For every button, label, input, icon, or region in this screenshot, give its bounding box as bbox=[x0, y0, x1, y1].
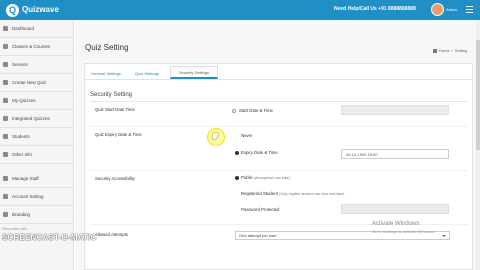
public-option-hint: (Anonymous can take) bbox=[253, 176, 290, 180]
tab-quiz-settings[interactable]: Quiz Settings bbox=[135, 71, 159, 76]
page-title: Quiz Setting bbox=[85, 43, 129, 52]
classes-icon bbox=[3, 44, 8, 49]
sidebar-item-my-quizzes[interactable]: My Quizzes bbox=[0, 92, 74, 110]
sidebar-item-label: Account Setting bbox=[12, 194, 44, 199]
students-icon bbox=[3, 134, 8, 139]
sidebar-item-label: My Quizzes bbox=[12, 98, 36, 103]
breadcrumb: Home / Setting bbox=[433, 48, 467, 53]
helpline-text: Need Help/Call Us +91 8888888888 bbox=[334, 6, 416, 12]
start-date-label: Quiz Start Date Time bbox=[95, 107, 135, 112]
watermark-caption: Recorded with bbox=[2, 226, 28, 231]
public-radio[interactable] bbox=[235, 176, 239, 180]
sidebar-item-label: Dashboard bbox=[12, 26, 35, 31]
expiry-never-option[interactable]: Never bbox=[241, 133, 252, 138]
home-icon[interactable] bbox=[433, 48, 437, 53]
sidebar-item-session[interactable]: Session bbox=[0, 56, 74, 74]
start-date-input[interactable] bbox=[341, 105, 449, 115]
activate-windows-subtitle: Go to Settings to activate Windows. bbox=[372, 229, 436, 234]
mouse-pointer-icon bbox=[213, 133, 219, 139]
tab-general-settings[interactable]: General Settings bbox=[91, 71, 121, 76]
hamburger-menu-icon[interactable] bbox=[466, 6, 473, 13]
staff-icon bbox=[3, 176, 8, 181]
sidebar-item-label: Branding bbox=[12, 212, 31, 217]
logo[interactable]: Q Quizwave bbox=[6, 2, 59, 18]
dashboard-icon bbox=[3, 26, 8, 31]
sidebar-item-branding[interactable]: Branding bbox=[0, 206, 74, 224]
sidebar-item-integrated[interactable]: Integrated Quizzes bbox=[0, 110, 74, 128]
sidebar-item-label: Manage Staff bbox=[12, 176, 39, 181]
avatar[interactable] bbox=[431, 3, 444, 16]
sidebar-item-create-quiz[interactable]: Create New Quiz bbox=[0, 74, 74, 92]
create-quiz-icon bbox=[3, 80, 8, 85]
attempts-select-value: One attempt per user bbox=[239, 233, 277, 238]
section-title: Security Setting bbox=[90, 92, 133, 98]
accessibility-label: Security Accessibility bbox=[95, 176, 135, 181]
public-option[interactable]: Public (Anonymous can take) bbox=[241, 175, 290, 180]
sidebar-item-other-info[interactable]: Other Info bbox=[0, 146, 74, 164]
start-date-radio[interactable] bbox=[232, 109, 236, 113]
expiry-date-option[interactable]: Expiry Date & Time bbox=[241, 150, 278, 155]
registered-option-hint: (Only register student can view and take… bbox=[279, 192, 345, 196]
sidebar-item-label: Classes & Courses bbox=[12, 44, 51, 49]
expiry-date-radio[interactable] bbox=[235, 151, 239, 155]
session-icon bbox=[3, 62, 8, 67]
sidebar-item-label: Other Info bbox=[12, 152, 33, 157]
breadcrumb-home[interactable]: Home bbox=[439, 48, 450, 53]
start-date-option[interactable]: Start Date & Time bbox=[239, 108, 273, 113]
sidebar-item-students[interactable]: Students bbox=[0, 128, 74, 146]
logo-icon: Q bbox=[6, 3, 19, 17]
tab-divider bbox=[85, 79, 472, 80]
chevron-down-icon bbox=[442, 234, 446, 237]
sidebar-item-account-setting[interactable]: Account Setting bbox=[0, 188, 74, 206]
branding-icon bbox=[3, 212, 8, 217]
section-divider bbox=[90, 101, 468, 102]
public-option-label: Public bbox=[241, 175, 253, 180]
sidebar-item-manage-staff[interactable]: Manage Staff bbox=[0, 170, 74, 188]
expiry-date-label: Quiz Expiry Date & Time bbox=[95, 132, 142, 137]
username[interactable]: Admin bbox=[446, 7, 457, 12]
integrated-icon bbox=[3, 116, 8, 121]
breadcrumb-current: Setting bbox=[454, 48, 468, 53]
logo-text: Quizwave bbox=[22, 5, 59, 14]
registered-option-label: Registered Student bbox=[241, 191, 278, 196]
quizzes-icon bbox=[3, 98, 8, 103]
info-icon bbox=[3, 152, 8, 157]
expiry-date-input[interactable]: 30-12-1999 18:00 bbox=[341, 149, 449, 159]
password-input[interactable] bbox=[341, 204, 449, 214]
row-divider bbox=[90, 126, 468, 127]
password-option[interactable]: Password Protected bbox=[241, 207, 279, 212]
account-icon bbox=[3, 194, 8, 199]
sidebar-item-label: Students bbox=[12, 134, 30, 139]
screencast-watermark: SCREENCAST-O-MATIC bbox=[2, 233, 97, 242]
activate-windows-title: Activate Windows bbox=[372, 221, 420, 227]
breadcrumb-separator: / bbox=[451, 48, 453, 53]
sidebar-item-label: Integrated Quizzes bbox=[12, 116, 50, 121]
row-divider bbox=[90, 170, 468, 171]
sidebar-item-label: Create New Quiz bbox=[12, 80, 47, 85]
sidebar-item-label: Session bbox=[12, 62, 29, 67]
scrollbar-thumb[interactable] bbox=[476, 40, 480, 150]
sidebar-item-dashboard[interactable]: Dashboard bbox=[0, 20, 74, 38]
sidebar-item-classes[interactable]: Classes & Courses bbox=[0, 38, 74, 56]
tab-security-settings[interactable]: Security Settings bbox=[170, 66, 218, 79]
registered-option[interactable]: Registered Student (Only register studen… bbox=[241, 191, 344, 196]
attempts-label: Allowed Attempts bbox=[95, 232, 128, 237]
top-navbar: Q Quizwave Need Help/Call Us +91 8888888… bbox=[0, 0, 480, 20]
